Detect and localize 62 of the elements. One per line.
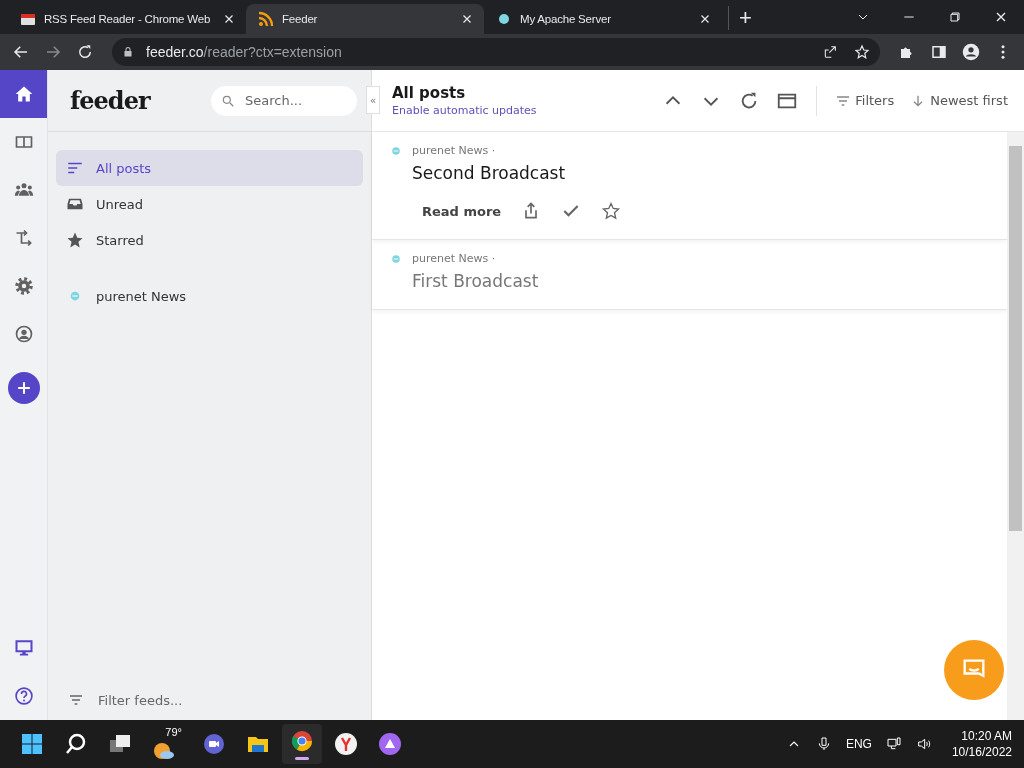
post-title[interactable]: Second Broadcast	[390, 157, 987, 183]
profile-icon[interactable]	[962, 43, 980, 61]
tab-title: Feeder	[282, 13, 319, 25]
back-icon[interactable]	[12, 43, 30, 61]
restore-icon[interactable]	[947, 9, 963, 25]
post-card[interactable]: purenet News · First Broadcast	[372, 240, 1007, 310]
home-icon	[13, 84, 34, 104]
read-more-button[interactable]: Read more	[422, 203, 502, 219]
new-tab-button[interactable]: +	[728, 6, 756, 30]
video-chat-icon[interactable]	[202, 732, 226, 756]
lock-icon	[122, 46, 134, 58]
side-panel-icon[interactable]	[930, 43, 948, 61]
network-icon[interactable]	[885, 736, 902, 752]
app-icon[interactable]	[378, 732, 402, 756]
settings-icon	[13, 276, 34, 296]
logo: feeder	[70, 86, 150, 115]
user-icon	[13, 324, 34, 344]
auto-update-link[interactable]: Enable automatic updates	[392, 104, 537, 117]
start-icon[interactable]	[20, 732, 44, 756]
feed-name: purenet News ·	[412, 252, 496, 265]
share-icon[interactable]	[822, 44, 838, 60]
address-field[interactable]: feeder.co/reader?ctx=extension	[112, 38, 880, 66]
post-title[interactable]: First Broadcast	[390, 265, 987, 291]
clock-date[interactable]: 10/16/2022	[951, 745, 1012, 759]
filter-icon	[68, 692, 84, 708]
reload-icon[interactable]	[76, 43, 94, 61]
sidebar-item[interactable]: All posts	[56, 150, 363, 186]
tab-title: My Apache Server	[520, 13, 612, 25]
add-feed-button[interactable]	[7, 372, 40, 404]
rss-icon	[258, 11, 274, 27]
tab-title: RSS Feed Reader - Chrome Web	[44, 13, 212, 25]
help-icon[interactable]	[13, 686, 34, 706]
bookmark-star-icon[interactable]	[854, 44, 870, 60]
clock-time[interactable]: 10:20 AM	[961, 729, 1012, 743]
weather-widget[interactable]: 79°	[152, 726, 182, 762]
forward-icon[interactable]	[44, 43, 62, 61]
filter-field[interactable]: Filter feeds...	[96, 691, 351, 709]
language-indicator[interactable]: ENG	[845, 737, 872, 751]
feed-name: purenet News ·	[412, 144, 496, 157]
filters-button[interactable]: Filters	[835, 92, 895, 109]
url-host: feeder.co	[146, 44, 204, 60]
search-icon[interactable]	[64, 732, 88, 756]
sidebar-item[interactable]: Starred	[56, 222, 363, 258]
sidebar-item[interactable]: Unread	[56, 186, 363, 222]
page-title: All posts	[392, 84, 467, 102]
search-field[interactable]: Search...	[211, 85, 357, 116]
url-path: /reader?ctx=extension	[203, 44, 342, 60]
browser-taskbar-button[interactable]	[282, 724, 322, 764]
browser-tab[interactable]: My Apache Server	[484, 4, 722, 34]
star-icon[interactable]	[601, 201, 622, 221]
volume-icon[interactable]	[915, 736, 932, 752]
browser-tab[interactable]: Feeder	[246, 4, 484, 34]
browser-tab[interactable]: RSS Feed Reader - Chrome Web	[8, 4, 246, 34]
feed-item[interactable]: purenet News	[56, 278, 363, 314]
browser-icon	[290, 728, 314, 753]
collapse-button[interactable]: «	[366, 86, 380, 114]
search-icon	[221, 93, 235, 108]
sort-button[interactable]: Newest first	[910, 92, 1008, 109]
store-icon	[20, 11, 36, 27]
star-icon	[66, 231, 84, 249]
monitor-icon[interactable]	[13, 638, 34, 658]
scrollbar[interactable]	[1007, 132, 1024, 720]
